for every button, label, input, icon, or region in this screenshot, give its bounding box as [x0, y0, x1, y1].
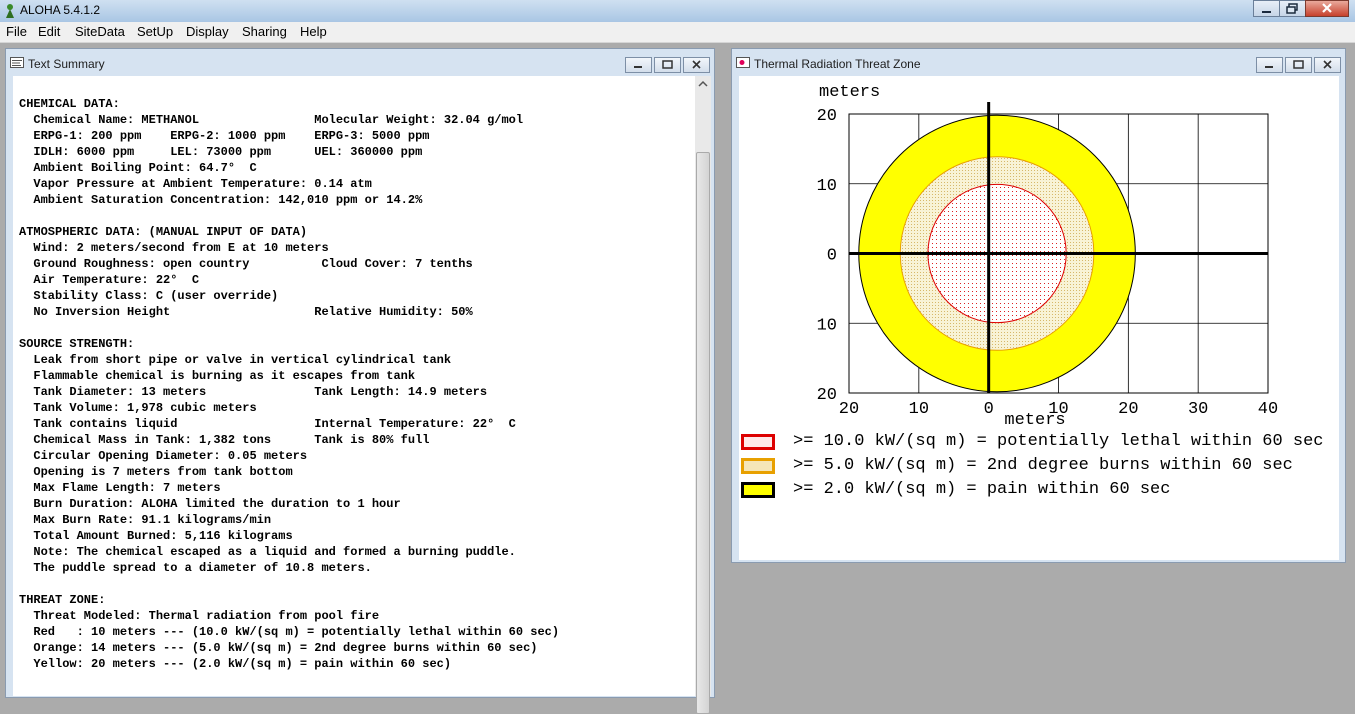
- y-axis-label: meters: [819, 83, 880, 102]
- legend-swatch: [741, 434, 775, 450]
- legend-item: >= 5.0 kW/(sq m) = 2nd degree burns with…: [739, 456, 1339, 478]
- legend-text: >= 5.0 kW/(sq m) = 2nd degree burns with…: [793, 456, 1293, 475]
- window-controls: [1253, 0, 1349, 18]
- menu-file[interactable]: File: [6, 24, 27, 39]
- y-tick-label: 20: [817, 386, 837, 405]
- threat-zone-plot: meters meters 20 10 0 10 20 30 40201001020: [817, 83, 1279, 430]
- text-summary-window[interactable]: Text Summary CHEMICAL DATA: Chemical Nam…: [5, 48, 715, 714]
- text-summary-title: Text Summary: [28, 57, 105, 71]
- menu-sharing[interactable]: Sharing: [242, 24, 287, 39]
- mdi-workspace: Text Summary CHEMICAL DATA: Chemical Nam…: [0, 43, 1355, 714]
- threat-maximize-button[interactable]: [1285, 57, 1312, 73]
- text-document-icon: [10, 57, 24, 68]
- x-tick-label: 20: [1118, 400, 1138, 419]
- menu-bar: File Edit SiteData SetUp Display Sharing…: [0, 22, 1355, 43]
- threat-zone-content: meters meters 20 10 0 10 20 30 40 20 10 0 10 20 >= …: [739, 76, 1339, 560]
- x-tick-label: 0: [984, 400, 994, 419]
- menu-help[interactable]: Help: [300, 24, 327, 39]
- threat-zone-icon: [736, 57, 750, 68]
- x-tick-label: 30: [1188, 400, 1208, 419]
- text-summary-title-bar[interactable]: Text Summary: [6, 49, 714, 75]
- legend-item: >= 10.0 kW/(sq m) = potentially lethal w…: [739, 432, 1339, 454]
- x-tick-label: 20: [839, 400, 859, 419]
- threat-zone-controls: [1254, 57, 1341, 73]
- x-tick-label: 40: [1258, 400, 1278, 419]
- summary-minimize-button[interactable]: [625, 57, 652, 73]
- close-button[interactable]: [1305, 0, 1349, 17]
- threat-zone-title: Thermal Radiation Threat Zone: [754, 57, 921, 71]
- minimize-icon: [1265, 66, 1273, 68]
- y-tick-label: 10: [817, 177, 837, 196]
- y-tick-label: 10: [817, 316, 837, 335]
- maximize-icon: [1293, 60, 1304, 69]
- minimize-icon: [1262, 11, 1271, 13]
- summary-close-button[interactable]: [683, 57, 710, 73]
- scrollbar-thumb[interactable]: [696, 152, 710, 714]
- summary-maximize-button[interactable]: [654, 57, 681, 73]
- legend-text: >= 10.0 kW/(sq m) = potentially lethal w…: [793, 432, 1324, 451]
- restore-icon: [1286, 3, 1298, 14]
- threat-close-button[interactable]: [1314, 57, 1341, 73]
- app-title-bar[interactable]: ALOHA 5.4.1.2: [0, 0, 1355, 22]
- maximize-icon: [662, 60, 673, 69]
- restore-button[interactable]: [1279, 0, 1306, 17]
- threat-zone-title-bar[interactable]: Thermal Radiation Threat Zone: [732, 49, 1345, 75]
- minimize-icon: [634, 66, 642, 68]
- menu-display[interactable]: Display: [186, 24, 229, 39]
- x-tick-label: 10: [1048, 400, 1068, 419]
- menu-edit[interactable]: Edit: [38, 24, 60, 39]
- x-tick-label: 10: [909, 400, 929, 419]
- menu-sitedata[interactable]: SiteData: [75, 24, 125, 39]
- legend-item: >= 2.0 kW/(sq m) = pain within 60 sec: [739, 480, 1339, 502]
- summary-text: CHEMICAL DATA: Chemical Name: METHANOL M…: [19, 97, 560, 671]
- text-summary-content: CHEMICAL DATA: Chemical Name: METHANOL M…: [13, 76, 695, 696]
- summary-vertical-scrollbar[interactable]: [695, 76, 711, 714]
- text-summary-controls: [623, 57, 710, 73]
- y-tick-label: 0: [827, 247, 837, 266]
- close-icon: [1323, 60, 1332, 69]
- threat-zone-window[interactable]: Thermal Radiation Threat Zone meters met…: [731, 48, 1346, 563]
- threat-minimize-button[interactable]: [1256, 57, 1283, 73]
- close-icon: [1322, 3, 1332, 13]
- app-title: ALOHA 5.4.1.2: [20, 3, 101, 17]
- minimize-button[interactable]: [1253, 0, 1280, 17]
- legend-text: >= 2.0 kW/(sq m) = pain within 60 sec: [793, 480, 1171, 499]
- scroll-up-icon[interactable]: [695, 76, 711, 92]
- y-tick-label: 20: [817, 107, 837, 126]
- menu-setup[interactable]: SetUp: [137, 24, 173, 39]
- aloha-app-icon: [6, 4, 14, 18]
- legend-swatch: [741, 458, 775, 474]
- legend-swatch: [741, 482, 775, 498]
- close-icon: [692, 60, 701, 69]
